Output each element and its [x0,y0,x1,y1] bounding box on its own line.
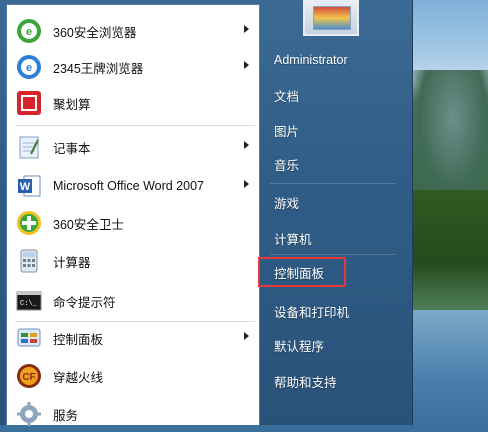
menu-separator [15,125,255,126]
places-item-documents[interactable]: 文档 [262,80,404,110]
places-label: 帮助和支持 [274,375,337,390]
places-item-pictures[interactable]: 图片 [262,115,404,145]
wallpaper-lake [400,310,488,425]
places-item-music[interactable]: 音乐 [262,149,404,179]
menu-separator [270,183,396,184]
desktop-wallpaper [400,0,488,425]
svg-text:W: W [20,181,31,193]
user-avatar[interactable] [303,0,359,36]
places-item-games[interactable]: 游戏 [262,187,404,217]
command-prompt-icon: C:\_ [15,287,43,315]
2345-browser-icon: e [15,53,43,81]
program-item-command-prompt[interactable]: C:\_ 命令提示符 [9,283,257,319]
program-label: 2345王牌浏览器 [53,61,144,76]
places-label: 文档 [274,89,300,104]
program-label: 控制面板 [53,332,104,347]
juhuasuan-icon [15,89,43,117]
places-label: 图片 [274,124,300,139]
program-label: 计算器 [53,255,91,270]
crossfire-game-icon: CF [15,362,43,390]
notepad-icon [15,133,43,161]
places-label: 游戏 [274,196,300,211]
submenu-arrow-icon [244,25,249,33]
program-label: 聚划算 [53,97,91,112]
calculator-icon [15,247,43,275]
control-panel-icon [15,324,43,352]
program-item-services[interactable]: 服务 [9,396,257,432]
start-menu: e 360安全浏览器 e 2345王牌浏览器 聚划算 记事本 W Microso… [0,0,413,426]
places-item-help-support[interactable]: 帮助和支持 [262,366,404,396]
program-label: 服务 [53,408,79,423]
program-label: 360安全浏览器 [53,25,137,40]
places-item-default-programs[interactable]: 默认程序 [262,330,404,360]
places-item-devices-printers[interactable]: 设备和打印机 [262,296,404,326]
program-item-2345-browser[interactable]: e 2345王牌浏览器 [9,49,257,85]
submenu-arrow-icon [244,180,249,188]
places-item-administrator[interactable]: Administrator [262,45,404,75]
places-item-computer[interactable]: 计算机 [262,223,404,253]
control-panel-highlight-box [258,257,346,287]
submenu-arrow-icon [244,332,249,340]
menu-separator [270,254,396,255]
places-label: 音乐 [274,158,300,173]
places-label: 默认程序 [274,339,325,354]
start-menu-programs-pane: e 360安全浏览器 e 2345王牌浏览器 聚划算 记事本 W Microso… [6,4,260,426]
svg-text:e: e [26,62,32,74]
submenu-arrow-icon [244,141,249,149]
360-safe-guard-icon [15,209,43,237]
program-label: 命令提示符 [53,295,116,310]
program-item-control-panel[interactable]: 控制面板 [9,320,257,356]
program-item-juhuasuan[interactable]: 聚划算 [9,85,257,121]
places-label: 计算机 [274,232,312,247]
program-label: 记事本 [53,141,91,156]
word-icon: W [15,172,43,200]
svg-text:CF: CF [22,372,35,383]
program-label: 360安全卫士 [53,217,124,232]
wallpaper-trees [400,190,488,310]
places-label: 设备和打印机 [274,305,350,320]
program-item-calculator[interactable]: 计算器 [9,243,257,279]
program-item-crossfire[interactable]: CF 穿越火线 [9,358,257,394]
program-item-360-browser[interactable]: e 360安全浏览器 [9,13,257,49]
360-browser-icon: e [15,17,43,45]
user-picture-image [313,6,351,30]
submenu-arrow-icon [244,61,249,69]
places-label: Administrator [274,53,348,67]
svg-text:e: e [26,26,32,38]
program-label: Microsoft Office Word 2007 [53,179,204,193]
program-item-notepad[interactable]: 记事本 [9,129,257,165]
program-item-360-safe-guard[interactable]: 360安全卫士 [9,205,257,241]
svg-text:C:\_: C:\_ [20,300,38,308]
program-label: 穿越火线 [53,370,104,385]
services-gear-icon [15,400,43,428]
program-item-word-2007[interactable]: W Microsoft Office Word 2007 [9,168,257,204]
